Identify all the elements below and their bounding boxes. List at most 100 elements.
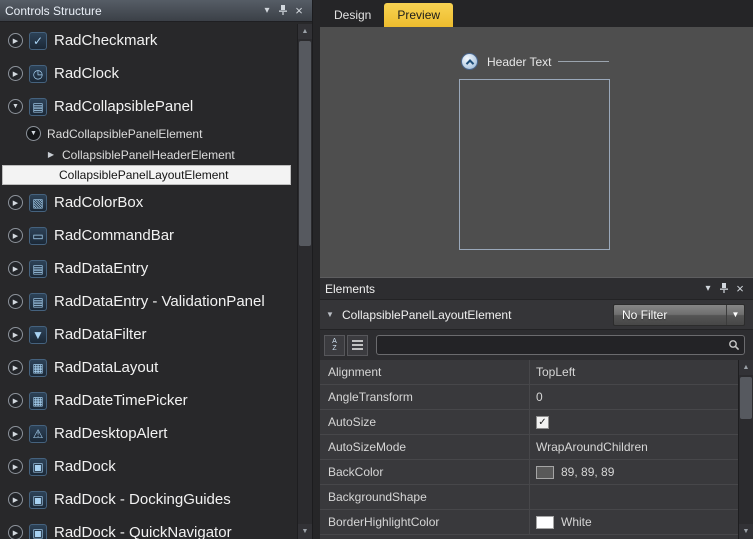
property-value[interactable]: White — [530, 510, 738, 534]
tree-item-label: RadCollapsiblePanel — [54, 98, 194, 115]
scroll-up-icon[interactable]: ▲ — [739, 360, 753, 375]
expand-arrow-icon[interactable]: ▶ — [8, 525, 23, 539]
close-icon[interactable]: × — [732, 282, 748, 296]
desktopalert-icon: ⚠ — [29, 424, 47, 443]
tree-item-label: RadDesktopAlert — [54, 425, 168, 442]
scroll-down-icon[interactable]: ▼ — [739, 524, 753, 539]
tree-item-raddesktopalert[interactable]: ▶ ⚠ RadDesktopAlert — [0, 417, 297, 450]
expand-arrow-icon[interactable]: ▶ — [8, 426, 23, 441]
tree-item-raddock[interactable]: ▶ ▣ RadDock — [0, 450, 297, 483]
datafilter-icon: ▼ — [29, 325, 47, 344]
search-input[interactable] — [377, 338, 724, 352]
tree-item-radcheckmark[interactable]: ▶ ✓ RadCheckmark — [0, 24, 297, 57]
panel-header-text: Header Text — [487, 55, 552, 69]
tree-item-radcollapsiblepanelelement[interactable]: ▼ RadCollapsiblePanelElement — [0, 123, 297, 144]
property-value-text: 0 — [536, 390, 543, 404]
property-value-text: WrapAroundChildren — [536, 440, 648, 454]
tree-item-label: RadDataFilter — [54, 326, 147, 343]
categorized-icon — [352, 340, 363, 342]
tree-item-label: RadColorBox — [54, 194, 144, 211]
expand-arrow-icon[interactable]: ▶ — [8, 360, 23, 375]
tree-item-label: RadDataEntry - ValidationPanel — [54, 293, 265, 310]
pin-icon[interactable] — [275, 4, 291, 18]
filter-dropdown[interactable]: No Filter ▼ — [613, 303, 745, 326]
elements-title: Elements — [325, 281, 376, 296]
color-swatch[interactable] — [536, 515, 554, 529]
pin-icon[interactable] — [716, 282, 732, 296]
tree-item-collapsiblepanelheaderelement[interactable]: ▶ CollapsiblePanelHeaderElement — [0, 144, 297, 165]
tree-item-radclock[interactable]: ▶ ◷ RadClock — [0, 57, 297, 90]
expand-arrow-icon[interactable]: ▶ — [8, 195, 23, 210]
tree-item-label: CollapsiblePanelLayoutElement — [59, 168, 229, 182]
property-row-autosize: AutoSize ✓ — [320, 410, 738, 435]
tree-item-collapsiblepanellayoutelement[interactable]: CollapsiblePanelLayoutElement — [2, 165, 291, 185]
tree-item-raddataentry[interactable]: ▶ ▤ RadDataEntry — [0, 252, 297, 285]
panel-content-outline — [459, 79, 610, 250]
property-value[interactable]: 89, 89, 89 — [530, 460, 738, 484]
tree-item-label: RadDateTimePicker — [54, 392, 188, 409]
app-window: Controls Structure ▾ × ▶ ✓ RadCheckmark … — [0, 0, 753, 539]
expand-arrow-icon[interactable]: ▶ — [8, 459, 23, 474]
expand-arrow-icon[interactable]: ▶ — [8, 393, 23, 408]
property-value-text: 89, 89, 89 — [561, 465, 615, 479]
tree-item-raddataentry-validationpanel[interactable]: ▶ ▤ RadDataEntry - ValidationPanel — [0, 285, 297, 318]
property-value-text: White — [561, 515, 592, 529]
tree-item-raddock-quicknavigator[interactable]: ▶ ▣ RadDock - QuickNavigator — [0, 516, 297, 539]
property-value[interactable] — [530, 485, 738, 509]
expand-arrow-icon[interactable]: ▶ — [8, 33, 23, 48]
expand-arrow-icon[interactable]: ▶ — [8, 294, 23, 309]
close-icon[interactable]: × — [291, 4, 307, 18]
tree-item-raddatafilter[interactable]: ▶ ▼ RadDataFilter — [0, 318, 297, 351]
scrollbar-thumb[interactable] — [299, 41, 311, 246]
categorized-view-button[interactable] — [347, 334, 368, 356]
property-value[interactable]: ✓ — [530, 410, 738, 434]
tab-preview[interactable]: Preview — [384, 3, 454, 27]
tree-item-raddatetimepicker[interactable]: ▶ ▦ RadDateTimePicker — [0, 384, 297, 417]
tree-scrollbar[interactable]: ▲ ▼ — [297, 24, 312, 539]
property-grid-scrollbar[interactable]: ▲ ▼ — [738, 360, 753, 539]
sort-alphabetical-button[interactable]: AZ — [324, 334, 345, 356]
tree-item-raddatalayout[interactable]: ▶ ▦ RadDataLayout — [0, 351, 297, 384]
dock-icon: ▣ — [29, 457, 47, 476]
expand-arrow-icon[interactable]: ▶ — [8, 492, 23, 507]
property-search-box[interactable] — [376, 335, 745, 355]
color-swatch[interactable] — [536, 465, 554, 479]
property-toolbar: AZ — [320, 330, 753, 360]
collapse-arrow-icon[interactable]: ▼ — [26, 126, 41, 141]
expand-arrow-icon[interactable]: ▶ — [46, 150, 56, 159]
window-menu-icon[interactable]: ▾ — [700, 282, 716, 296]
property-row-autosizemode: AutoSizeMode WrapAroundChildren — [320, 435, 738, 460]
scroll-up-icon[interactable]: ▲ — [298, 24, 312, 39]
expand-arrow-icon[interactable]: ▶ — [8, 327, 23, 342]
expand-arrow-icon[interactable]: ▶ — [8, 261, 23, 276]
main-area: Design Preview Header Text Elements ▾ × … — [320, 0, 753, 539]
tab-bar: Design Preview — [320, 0, 753, 27]
elements-titlebar: Elements ▾ × — [320, 278, 753, 299]
window-menu-icon[interactable]: ▾ — [259, 4, 275, 18]
tree-item-radcollapsiblepanel[interactable]: ▼ ▤ RadCollapsiblePanel — [0, 90, 297, 123]
scroll-down-icon[interactable]: ▼ — [298, 524, 312, 539]
tree-item-label: CollapsiblePanelHeaderElement — [62, 147, 235, 162]
tree-item-radcommandbar[interactable]: ▶ ▭ RadCommandBar — [0, 219, 297, 252]
tree-item-label: RadCommandBar — [54, 227, 175, 244]
tab-design[interactable]: Design — [321, 3, 384, 27]
expand-arrow-icon[interactable]: ▶ — [8, 66, 23, 81]
tree-item-radcolorbox[interactable]: ▶ ▧ RadColorBox — [0, 186, 297, 219]
property-value[interactable]: TopLeft — [530, 360, 738, 384]
search-icon[interactable] — [724, 339, 744, 351]
collapse-arrow-icon[interactable]: ▼ — [8, 99, 23, 114]
property-value[interactable]: WrapAroundChildren — [530, 435, 738, 459]
property-row-alignment: Alignment TopLeft — [320, 360, 738, 385]
dockingguides-icon: ▣ — [29, 490, 47, 509]
scrollbar-thumb[interactable] — [740, 377, 752, 419]
tree-item-raddock-dockingguides[interactable]: ▶ ▣ RadDock - DockingGuides — [0, 483, 297, 516]
tree-item-label: RadDataEntry — [54, 260, 149, 277]
dataentry-icon: ▤ — [29, 259, 47, 278]
property-grid: Alignment TopLeft AngleTransform 0 AutoS… — [320, 360, 738, 539]
expand-arrow-icon[interactable]: ▶ — [8, 228, 23, 243]
property-value[interactable]: 0 — [530, 385, 738, 409]
collapse-expander-icon[interactable]: ▼ — [326, 310, 342, 319]
checkbox-checked[interactable]: ✓ — [536, 415, 549, 429]
filter-dropdown-value: No Filter — [622, 307, 668, 322]
collapse-toggle-button[interactable] — [461, 53, 478, 70]
